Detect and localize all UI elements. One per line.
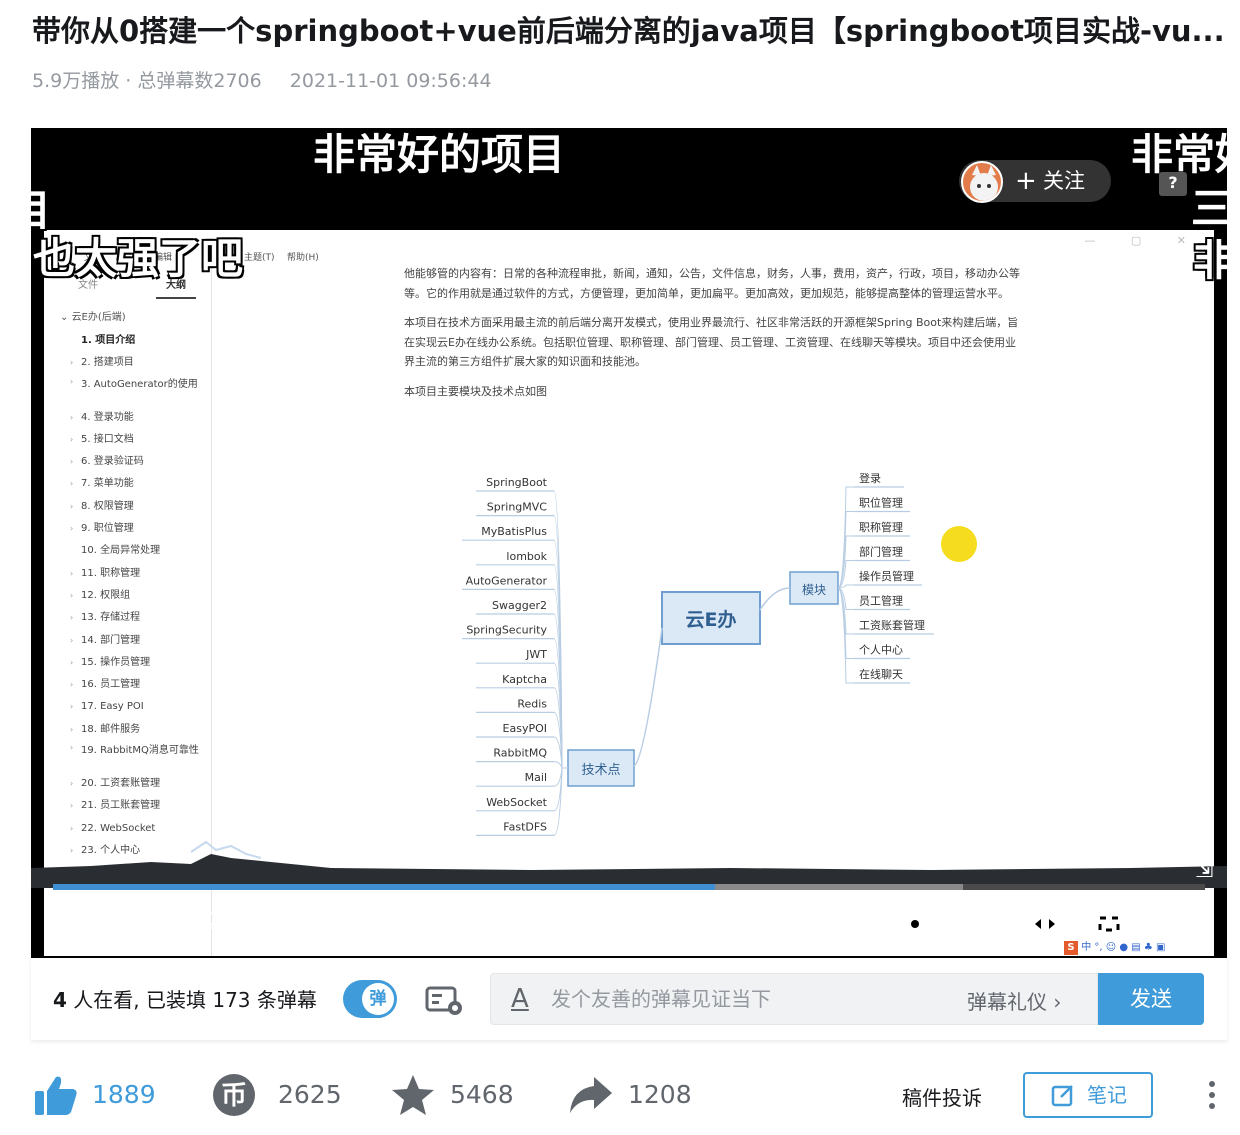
expand-arrow-icon[interactable]: ⇲: [1195, 858, 1213, 883]
video-meta: 5.9万播放 · 总弹幕数2706 2021-11-01 09:56:44: [32, 70, 492, 92]
danmaku-total: 总弹幕数2706: [137, 70, 262, 92]
speed-selector[interactable]: 倍速: [751, 903, 795, 943]
publish-time: 2021-11-01 09:56:44: [289, 70, 492, 92]
mindmap-module-item: 工资账套管理: [859, 618, 925, 632]
mindmap-module-item: 在线聊天: [859, 667, 903, 681]
mindmap-tech-label: 技术点: [581, 763, 620, 778]
danmaku-comment: 非: [1193, 236, 1227, 285]
fullscreen-icon[interactable]: [1155, 907, 1191, 941]
edit-note-icon: [1051, 1085, 1073, 1107]
mindmap-tech-item: EasyPOI: [503, 722, 547, 735]
mindmap-branch: [837, 511, 854, 589]
uploader-avatar[interactable]: [961, 161, 1003, 203]
share-arrow-icon: [570, 1077, 612, 1113]
mindmap-tech-item: Swagger2: [492, 599, 547, 612]
widescreen-icon[interactable]: [1027, 909, 1063, 939]
thumbs-up-icon: [35, 1076, 77, 1115]
star-icon: [392, 1075, 434, 1115]
mindmap-connector: [633, 627, 663, 767]
danmaku-comment: 目: [31, 186, 51, 236]
send-danmaku-button[interactable]: 发送: [1098, 973, 1204, 1025]
mindmap-tech-item: lombok: [506, 550, 547, 563]
report-link[interactable]: 稿件投诉: [902, 1082, 982, 1111]
mindmap-module-item: 职称管理: [859, 520, 903, 534]
mindmap-tech-item: AutoGenerator: [466, 574, 548, 587]
mindmap-tech-item: JWT: [525, 648, 547, 661]
danmaku-settings-icon[interactable]: [425, 984, 465, 1016]
mindmap-tech-item: SpringMVC: [487, 501, 548, 514]
quality-selector[interactable]: 720P 高清: [593, 903, 707, 943]
mindmap-branch: [837, 587, 854, 635]
web-fullscreen-icon[interactable]: [1091, 909, 1127, 939]
current-time: 02:41: [191, 910, 260, 935]
danmaku-etiquette-link[interactable]: 弹幕礼仪 ›: [967, 986, 1061, 1015]
more-options-icon[interactable]: [1206, 1080, 1218, 1110]
next-icon[interactable]: [135, 911, 163, 939]
coin-icon: 币: [213, 1074, 255, 1116]
danmaku-toggle[interactable]: 弹: [343, 980, 397, 1018]
ime-toolbar: S 中 °, ☺ ● ▤ ♣ ▣: [1064, 938, 1165, 955]
viewer-status: 4 人在看, 已装填 173 条弹幕: [53, 988, 317, 1012]
play-count: 5.9万播放: [32, 70, 120, 92]
settings-gear-icon[interactable]: [899, 908, 931, 940]
danmaku-input[interactable]: [551, 986, 931, 1014]
notes-button[interactable]: 笔记: [1023, 1072, 1153, 1118]
danmaku-comment: 三: [1191, 184, 1227, 233]
danmaku-bar: 4 人在看, 已装填 173 条弹幕 弹 A 弹幕礼仪 › 发送: [31, 958, 1227, 1040]
help-icon[interactable]: ?: [1159, 172, 1187, 196]
mindmap-branch: [837, 587, 854, 684]
pause-icon[interactable]: [71, 909, 99, 939]
time-display: 02:41 / 04:40: [191, 910, 353, 935]
mindmap-branch: [837, 587, 854, 659]
video-title: 带你从0搭建一个springboot+vue前后端分离的java项目【sprin…: [32, 14, 1222, 48]
danmaku-comment: 非常好的项目: [313, 130, 566, 179]
mindmap-module-item: 部门管理: [859, 545, 903, 559]
mindmap-module-item: 登录: [859, 471, 881, 485]
sogou-icon: S: [1064, 941, 1078, 955]
plus-icon: +: [1015, 166, 1037, 196]
video-player[interactable]: — ▢ ✕ 文件 编辑 插入 主题(T) 帮助(H) 文件 大纲 ⌄ 云E办(后…: [31, 128, 1227, 958]
mindmap-tech-item: Kaptcha: [502, 673, 547, 686]
mindmap-module-item: 员工管理: [859, 594, 903, 608]
mindmap-tech-item: RabbitMQ: [493, 747, 547, 760]
mindmap-tech-item: WebSocket: [486, 796, 547, 809]
mindmap-tech-item: SpringBoot: [486, 476, 548, 489]
danmaku-comment: 也太强了吧: [33, 234, 244, 283]
mindmap-tech-item: MyBatisPlus: [481, 525, 547, 538]
pip-icon[interactable]: [963, 909, 999, 939]
svg-text:币: 币: [221, 1081, 247, 1111]
mindmap-branch: [553, 761, 568, 769]
mindmap-center-label: 云E办: [686, 608, 737, 631]
action-bar: 1889 币 2625 5468 1208 稿件投诉 笔记: [0, 1060, 1240, 1135]
volume-icon[interactable]: [835, 909, 869, 939]
cursor-highlight: [941, 526, 977, 562]
mindmap-module-item: 职位管理: [859, 496, 903, 510]
waveform-strip: [31, 840, 1227, 888]
mindmap-tech-item: Redis: [517, 697, 547, 710]
mindmap-module-item: 操作员管理: [859, 569, 914, 583]
text-style-icon[interactable]: A: [511, 984, 529, 1014]
mindmap-module-label: 模块: [802, 583, 826, 597]
progress-played: [53, 884, 716, 890]
mindmap-tech-item: SpringSecurity: [466, 624, 547, 637]
danmaku-input-box: A 弹幕礼仪 ›: [490, 973, 1098, 1025]
mindmap-tech-item: Mail: [525, 771, 547, 784]
duration: 04:40: [283, 910, 353, 935]
progress-bar[interactable]: [53, 884, 1205, 890]
mindmap-connector: [759, 587, 791, 611]
mindmap-module-item: 个人中心: [859, 644, 903, 657]
